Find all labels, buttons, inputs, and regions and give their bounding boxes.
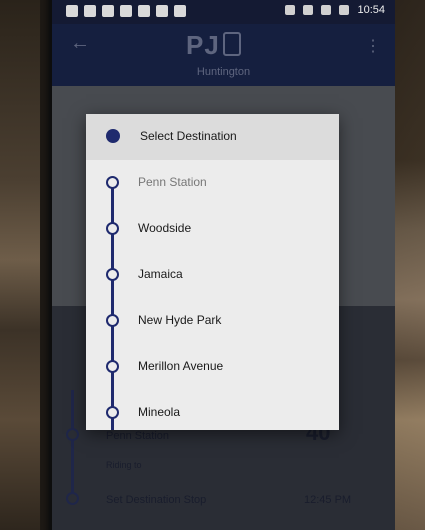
stop-circle-icon: [106, 406, 119, 419]
background-shelf-right: [395, 0, 425, 530]
location-icon: [285, 5, 296, 15]
dialog-title: Select Destination: [140, 129, 237, 143]
destination-option-label: New Hyde Park: [138, 313, 222, 327]
photo-scene: 10:54 ← PJ ⋮ Huntington Penn Station Rid…: [0, 0, 425, 530]
destination-option[interactable]: Penn Station: [86, 162, 339, 208]
system-icons: 10:54: [285, 4, 385, 16]
bluetooth-icon: [303, 5, 314, 15]
destination-option-label: Merillon Avenue: [138, 359, 224, 373]
destination-option[interactable]: Merillon Avenue: [86, 346, 339, 392]
stop-circle-icon: [106, 176, 119, 189]
status-time: 10:54: [357, 4, 385, 16]
destination-option-label: Penn Station: [138, 175, 207, 189]
notification-icon: [156, 5, 168, 17]
dialog-header: Select Destination: [86, 114, 339, 160]
phone-screen: 10:54 ← PJ ⋮ Huntington Penn Station Rid…: [52, 0, 395, 530]
battery-icon: [339, 5, 350, 15]
destination-option[interactable]: Mineola: [86, 392, 339, 430]
destination-option[interactable]: Woodside: [86, 208, 339, 254]
destination-option-label: Woodside: [138, 221, 192, 235]
destination-option-label: Jamaica: [138, 267, 183, 281]
stop-circle-icon: [106, 268, 119, 281]
select-destination-dialog: Select Destination Penn Station Woodside J…: [86, 114, 339, 430]
notification-icon: [66, 5, 78, 17]
notification-icon: [84, 5, 96, 17]
notification-icon: [102, 5, 114, 17]
stop-circle-icon: [106, 222, 119, 235]
stop-circle-icon: [106, 314, 119, 327]
destination-option-label: Mineola: [138, 405, 181, 419]
status-bar: 10:54: [52, 0, 395, 24]
wifi-icon: [321, 5, 332, 15]
notification-icon: [138, 5, 150, 17]
notification-icon: [174, 5, 186, 17]
stop-circle-icon: [106, 360, 119, 373]
filled-circle-icon: [106, 129, 120, 143]
destination-option[interactable]: Jamaica: [86, 254, 339, 300]
background-shelf-left: [0, 0, 40, 530]
notification-icons: [66, 5, 186, 17]
notification-icon: [120, 5, 132, 17]
destination-option[interactable]: New Hyde Park: [86, 300, 339, 346]
